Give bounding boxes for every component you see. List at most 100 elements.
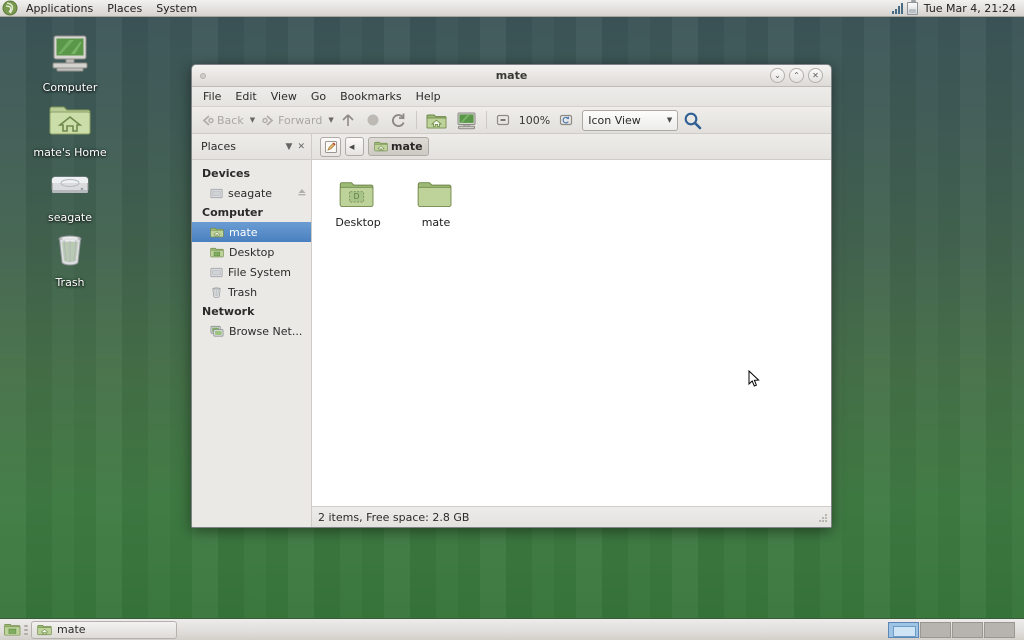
- workspace-2[interactable]: [920, 622, 951, 638]
- forward-label: Forward: [278, 114, 322, 127]
- computer-monitor-icon: [27, 30, 113, 78]
- workspace-switcher: [888, 622, 1021, 638]
- mate-logo-icon[interactable]: [2, 0, 18, 16]
- desktop-icon-label: Trash: [53, 276, 86, 289]
- file-item-label: mate: [420, 216, 453, 229]
- home-folder-icon: [37, 623, 52, 637]
- system-menu[interactable]: System: [149, 0, 204, 17]
- window-titlebar[interactable]: mate ⌄ ⌃ ✕: [192, 65, 831, 87]
- desktop-folder-icon: [210, 246, 224, 259]
- zoom-reset-button[interactable]: [555, 109, 577, 131]
- desktop-icon-label: Computer: [41, 81, 100, 94]
- minimize-button[interactable]: ⌄: [770, 68, 785, 83]
- sidebar-item-desktop[interactable]: Desktop: [192, 242, 311, 262]
- forward-button[interactable]: Forward: [257, 109, 326, 131]
- window-title: mate: [192, 65, 831, 87]
- zoom-level: 100%: [515, 114, 554, 127]
- search-button[interactable]: [679, 109, 706, 131]
- pencil-edit-icon: [324, 140, 338, 154]
- bottom-panel: mate: [0, 618, 1024, 640]
- sidebar-item-mate[interactable]: mate: [192, 222, 311, 242]
- close-icon[interactable]: ✕: [297, 142, 305, 152]
- back-button[interactable]: Back: [196, 109, 248, 131]
- network-icon: [210, 325, 224, 338]
- back-arrow-icon: [200, 114, 215, 127]
- places-panel-header: Places ▼ ✕: [192, 134, 312, 160]
- battery-icon[interactable]: [907, 2, 918, 15]
- file-view-pane[interactable]: D Desktop mate 2 items, Free: [312, 160, 831, 527]
- file-item-desktop[interactable]: D Desktop: [320, 170, 396, 232]
- menu-help[interactable]: Help: [409, 88, 448, 106]
- back-dropdown-icon[interactable]: ▼: [249, 116, 256, 124]
- places-menu[interactable]: Places: [100, 0, 149, 17]
- sidebar-item-label: mate: [229, 226, 258, 239]
- menu-go[interactable]: Go: [304, 88, 333, 106]
- close-button[interactable]: ✕: [808, 68, 823, 83]
- workspace-1[interactable]: [888, 622, 919, 638]
- sidebar-item-seagate[interactable]: seagate: [192, 183, 311, 203]
- network-signal-icon[interactable]: [892, 2, 903, 14]
- breadcrumb-label: mate: [391, 140, 423, 153]
- eject-icon[interactable]: [297, 187, 307, 200]
- edit-location-button[interactable]: [320, 137, 341, 157]
- view-mode-value: Icon View: [588, 114, 641, 127]
- up-button[interactable]: [336, 109, 360, 131]
- location-bar: Places ▼ ✕ ◀ mate: [192, 134, 831, 160]
- drive-icon: [210, 187, 223, 200]
- home-button[interactable]: [422, 109, 451, 131]
- resize-grip[interactable]: [816, 512, 829, 525]
- stop-button[interactable]: [361, 109, 385, 131]
- chevron-down-icon: ▼: [667, 116, 672, 124]
- menu-bookmarks[interactable]: Bookmarks: [333, 88, 408, 106]
- trash-can-icon: [27, 225, 113, 273]
- menubar: File Edit View Go Bookmarks Help: [192, 87, 831, 107]
- sidebar-group-network: Network: [192, 302, 311, 321]
- menu-view[interactable]: View: [264, 88, 304, 106]
- view-mode-select[interactable]: Icon View ▼: [582, 110, 678, 131]
- zoom-out-button[interactable]: [492, 109, 514, 131]
- reload-button[interactable]: [386, 109, 411, 131]
- desktop-icon-home[interactable]: mate's Home: [27, 95, 113, 159]
- window-body: Devices seagate Computer mate: [192, 160, 831, 527]
- file-manager-window: mate ⌄ ⌃ ✕ File Edit View Go Bookmarks H…: [191, 64, 832, 528]
- desktop-icon-seagate[interactable]: seagate: [27, 160, 113, 224]
- forward-dropdown-icon[interactable]: ▼: [327, 116, 334, 124]
- file-item-label: Desktop: [333, 216, 382, 229]
- desktop-icon-trash[interactable]: Trash: [27, 225, 113, 289]
- home-folder-icon: [374, 140, 388, 153]
- computer-icon: [456, 111, 477, 130]
- sidebar-item-label: Browse Net...: [229, 325, 302, 338]
- pathbar-scroll-left-button[interactable]: ◀: [345, 137, 364, 156]
- menu-edit[interactable]: Edit: [228, 88, 263, 106]
- zoom-reset-icon: [559, 113, 573, 127]
- breadcrumb-mate[interactable]: mate: [368, 137, 429, 156]
- computer-button[interactable]: [452, 109, 481, 131]
- search-icon: [683, 111, 702, 130]
- clock[interactable]: Tue Mar 4, 21:24: [922, 2, 1018, 15]
- workspace-4[interactable]: [984, 622, 1015, 638]
- toolbar: Back ▼ Forward ▼: [192, 107, 831, 134]
- workspace-3[interactable]: [952, 622, 983, 638]
- up-arrow-icon: [340, 112, 356, 129]
- hard-drive-icon: [27, 160, 113, 208]
- pathbar: ◀ mate: [312, 137, 429, 157]
- maximize-button[interactable]: ⌃: [789, 68, 804, 83]
- statusbar: 2 items, Free space: 2.8 GB: [312, 506, 831, 527]
- task-button-label: mate: [57, 623, 86, 636]
- panel-grip[interactable]: [24, 623, 28, 637]
- sidebar-item-file-system[interactable]: File System: [192, 262, 311, 282]
- desktop-icon-computer[interactable]: Computer: [27, 30, 113, 94]
- toolbar-separator: [416, 111, 417, 129]
- reload-icon: [390, 112, 407, 129]
- menu-file[interactable]: File: [196, 88, 228, 106]
- task-button-mate[interactable]: mate: [31, 621, 177, 639]
- svg-text:D: D: [354, 192, 360, 201]
- show-desktop-icon[interactable]: [3, 621, 21, 639]
- desktop-folder-icon: D: [320, 174, 396, 214]
- chevron-down-icon[interactable]: ▼: [286, 142, 293, 152]
- file-item-mate[interactable]: mate: [398, 170, 474, 232]
- sidebar-item-trash[interactable]: Trash: [192, 282, 311, 302]
- sidebar-item-browse-network[interactable]: Browse Net...: [192, 321, 311, 341]
- desktop-icon-label: seagate: [46, 211, 94, 224]
- applications-menu[interactable]: Applications: [19, 0, 100, 17]
